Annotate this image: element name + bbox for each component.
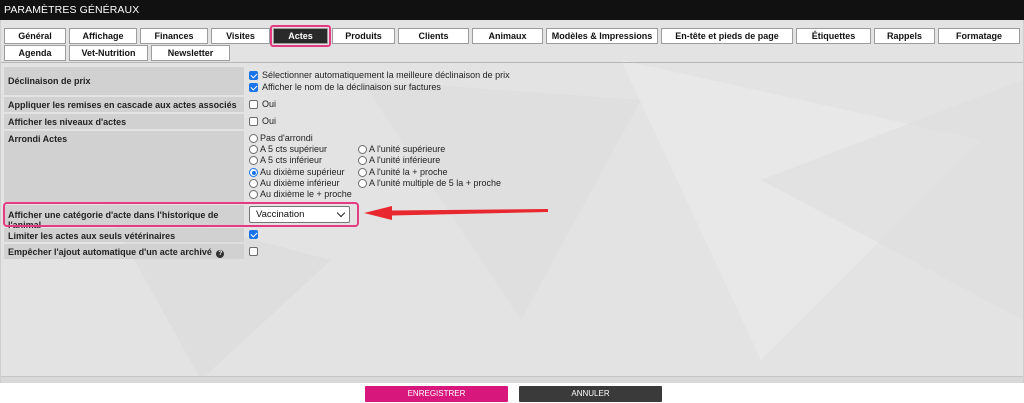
radio-pas-arrondi[interactable]: [249, 134, 258, 143]
declinaison-name-label: Afficher le nom de la déclinaison sur fa…: [262, 82, 441, 92]
radio-dixieme-inf[interactable]: [249, 179, 258, 188]
radio-label: Au dixième inférieur: [260, 178, 340, 188]
categorie-highlight-box: [3, 202, 359, 227]
radio-label: A l'unité la + proche: [369, 167, 448, 177]
radio-label: Au dixième le + proche: [260, 189, 352, 199]
label-limiter: Limiter les actes aux seuls vétérinaires: [4, 228, 244, 242]
radio-dixieme-sup[interactable]: [249, 168, 258, 177]
tab-modeles-impressions[interactable]: Modèles & Impressions: [546, 28, 658, 44]
help-icon[interactable]: ?: [216, 250, 225, 258]
limiter-checkbox[interactable]: [249, 230, 258, 239]
annotation-arrow: [364, 206, 548, 220]
radio-5cts-sup[interactable]: [249, 145, 258, 154]
panel-footer: [1, 376, 1023, 383]
radio-label: A l'unité supérieure: [369, 144, 446, 154]
radio-label: A l'unité inférieure: [369, 155, 441, 165]
tab-clients[interactable]: Clients: [398, 28, 469, 44]
radio-5cts-inf[interactable]: [249, 156, 258, 165]
radio-label: A 5 cts supérieur: [260, 144, 328, 154]
label-arrondi: Arrondi Actes: [4, 131, 244, 202]
niveaux-checkbox[interactable]: [249, 117, 258, 126]
declinaison-auto-label: Sélectionner automatiquement la meilleur…: [262, 70, 510, 80]
tab-affichage[interactable]: Affichage: [69, 28, 137, 44]
cancel-button[interactable]: ANNULER: [519, 386, 662, 402]
remises-checkbox[interactable]: [249, 100, 258, 109]
active-tab-highlight: [270, 25, 331, 47]
radio-dixieme-proche[interactable]: [249, 190, 258, 199]
tab-agenda[interactable]: Agenda: [4, 45, 66, 61]
tab-vet-nutrition[interactable]: Vet-Nutrition: [69, 45, 148, 61]
empecher-checkbox[interactable]: [249, 247, 258, 256]
tab-visites[interactable]: Visites: [211, 28, 270, 44]
tab-en-tete-pieds[interactable]: En-tête et pieds de page: [661, 28, 793, 44]
tab-rappels[interactable]: Rappels: [874, 28, 935, 44]
tab-etiquettes[interactable]: Étiquettes: [796, 28, 871, 44]
tab-content-divider: [1, 62, 1023, 63]
tab-finances[interactable]: Finances: [140, 28, 208, 44]
label-niveaux: Afficher les niveaux d'actes: [4, 114, 244, 129]
label-empecher: Empêcher l'ajout automatique d'un acte a…: [4, 244, 244, 259]
tab-animaux[interactable]: Animaux: [472, 28, 543, 44]
radio-unite-sup[interactable]: [358, 145, 367, 154]
tab-newsletter[interactable]: Newsletter: [151, 45, 230, 61]
tab-produits[interactable]: Produits: [332, 28, 395, 44]
radio-unite-proche[interactable]: [358, 168, 367, 177]
radio-label: A l'unité multiple de 5 la + proche: [369, 178, 502, 188]
radio-unite-multiple-5[interactable]: [358, 179, 367, 188]
label-remises: Appliquer les remises en cascade aux act…: [4, 97, 244, 112]
declinaison-auto-checkbox[interactable]: [249, 71, 258, 80]
radio-label: A 5 cts inférieur: [260, 155, 323, 165]
save-button[interactable]: ENREGISTRER: [365, 386, 508, 402]
radio-label: Pas d'arrondi: [260, 133, 313, 143]
label-empecher-text: Empêcher l'ajout automatique d'un acte a…: [8, 247, 212, 257]
radio-label: Au dixième supérieur: [260, 167, 345, 177]
label-declinaison: Déclinaison de prix: [4, 67, 244, 95]
remises-label: Oui: [262, 99, 277, 109]
radio-unite-inf[interactable]: [358, 156, 367, 165]
tab-general[interactable]: Général: [4, 28, 66, 44]
declinaison-name-checkbox[interactable]: [249, 83, 258, 92]
niveaux-label: Oui: [262, 116, 277, 126]
page-title: PARAMÈTRES GÉNÉRAUX: [0, 0, 1024, 20]
tab-formatage[interactable]: Formatage: [938, 28, 1020, 44]
